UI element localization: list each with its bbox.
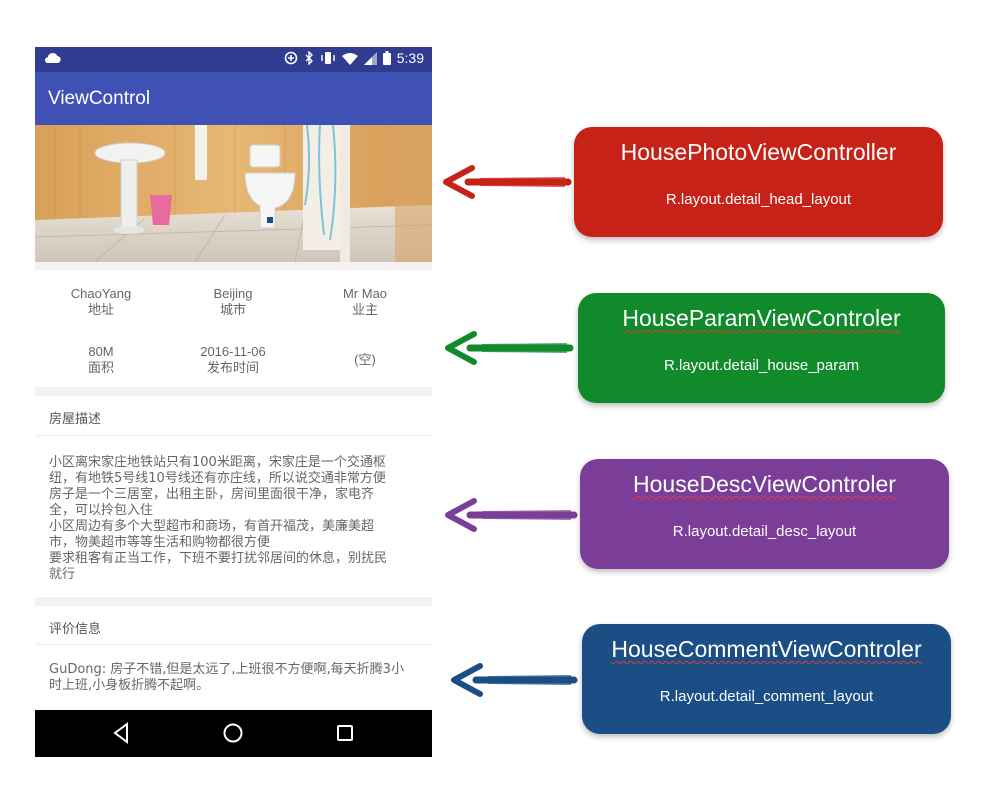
param-cell: Beijing 城市: [167, 286, 299, 318]
status-time: 5:39: [396, 50, 424, 66]
param-value: 80M: [88, 344, 114, 359]
section-divider: [35, 387, 432, 396]
comments-title: 评价信息: [49, 622, 102, 637]
description-title: 房屋描述: [49, 412, 102, 427]
comment-text: GuDong: 房子不错,但是太远了,上班很不方便啊,每天折腾3小时上班,小身板…: [49, 662, 404, 693]
param-label: 地址: [87, 302, 114, 317]
callout-subtitle: R.layout.detail_desc_layout: [672, 523, 857, 540]
param-label: 业主: [351, 302, 378, 317]
param-cell: 80M 面积: [35, 344, 167, 376]
param-label: 面积: [87, 360, 114, 375]
param-value: Mr Mao: [342, 286, 388, 301]
callout-title: HousePhotoViewController: [620, 139, 897, 165]
app-bar: ViewControl: [35, 72, 432, 125]
arrow-left-icon: [445, 331, 574, 365]
param-cell: ChaoYang 地址: [35, 286, 167, 318]
callout-photo: HousePhotoViewController R.layout.detail…: [574, 127, 943, 237]
param-value: 2016-11-06: [200, 344, 266, 359]
param-value: (空): [354, 352, 376, 367]
status-bar: 5:39: [35, 47, 432, 72]
param-cell: Mr Mao 业主: [299, 286, 431, 318]
home-icon[interactable]: [222, 722, 244, 744]
back-icon[interactable]: [112, 722, 130, 744]
wifi-icon: [341, 52, 358, 65]
arrow-left-icon: [443, 165, 572, 199]
callout-subtitle: R.layout.detail_house_param: [663, 357, 860, 374]
app-title: ViewControl: [48, 88, 151, 109]
bluetooth-icon: [305, 51, 313, 65]
cloud-icon: [45, 53, 61, 64]
phone-screen: 5:39 ViewControl ChaoYang 地址 Beijing 城市 …: [35, 47, 432, 757]
house-photo: [35, 125, 432, 262]
callout-comment: HouseCommentViewControler R.layout.detai…: [582, 624, 951, 734]
param-label: 城市: [219, 302, 246, 317]
section-divider: [35, 597, 432, 606]
divider: [35, 644, 432, 645]
callout-title: HouseDescViewControler: [633, 471, 896, 497]
callout-title: HouseCommentViewControler: [611, 636, 922, 662]
divider: [35, 435, 432, 436]
callout-param: HouseParamViewControler R.layout.detail_…: [578, 293, 945, 403]
param-cell: (空): [299, 352, 431, 368]
param-label: 发布时间: [206, 360, 259, 375]
callout-subtitle: R.layout.detail_head_layout: [665, 191, 852, 208]
section-divider: [35, 262, 432, 270]
param-cell: 2016-11-06 发布时间: [167, 344, 299, 376]
arrow-left-icon: [445, 498, 578, 532]
navigation-bar: [35, 710, 432, 757]
signal-icon: [363, 51, 377, 65]
vibrate-icon: [321, 52, 335, 64]
data-saver-icon: [284, 51, 298, 65]
callout-subtitle: R.layout.detail_comment_layout: [659, 688, 874, 705]
arrow-left-icon: [451, 663, 578, 697]
callout-desc: HouseDescViewControler R.layout.detail_d…: [580, 459, 949, 569]
battery-icon: [382, 51, 391, 65]
param-value: Beijing: [213, 286, 253, 301]
param-value: ChaoYang: [70, 286, 132, 301]
recents-icon[interactable]: [336, 724, 354, 742]
house-param-grid: ChaoYang 地址 Beijing 城市 Mr Mao 业主 80M 面积 …: [35, 270, 432, 387]
callout-title: HouseParamViewControler: [622, 305, 901, 331]
description-text: 小区离宋家庄地铁站只有100米距离，宋家庄是一个交通枢 纽，有地铁5号线10号线…: [49, 455, 388, 582]
